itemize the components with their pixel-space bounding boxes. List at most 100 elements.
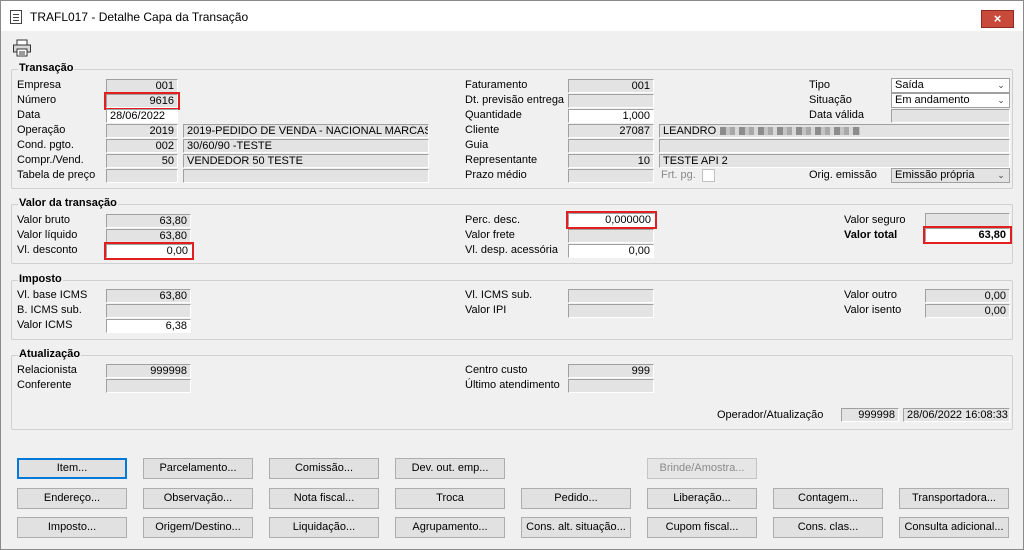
data-field[interactable]: 28/06/2022: [106, 109, 178, 123]
valor-frete-field[interactable]: [568, 229, 654, 243]
chevron-down-icon: ⌄: [997, 170, 1005, 180]
tabela-preco-desc-field[interactable]: [183, 169, 429, 183]
relacionista-label: Relacionista: [17, 364, 77, 376]
cond-pgto-code-field[interactable]: 002: [106, 139, 178, 153]
operacao-desc-field[interactable]: 2019-PEDIDO DE VENDA - NACIONAL MARCAS: [183, 124, 429, 138]
printer-icon[interactable]: [12, 39, 32, 57]
orig-emissao-value: Emissão própria: [895, 169, 975, 181]
cons-clas-button[interactable]: Cons. clas...: [773, 517, 883, 538]
valor-icms-field[interactable]: 6,38: [106, 319, 191, 333]
valor-liquido-field[interactable]: 63,80: [106, 229, 191, 243]
pedido-button[interactable]: Pedido...: [521, 488, 631, 509]
brinde-amostra-button[interactable]: Brinde/Amostra...: [647, 458, 757, 479]
conferente-field[interactable]: [106, 379, 191, 393]
liberacao-button[interactable]: Liberação...: [647, 488, 757, 509]
valor-total-field[interactable]: 63,80: [923, 226, 1012, 244]
representante-code-field[interactable]: 10: [568, 154, 654, 168]
ultimo-atendimento-field[interactable]: [568, 379, 654, 393]
parcelamento-button[interactable]: Parcelamento...: [143, 458, 253, 479]
orig-emissao-select[interactable]: Emissão própria ⌄: [891, 168, 1010, 183]
numero-field[interactable]: 9616: [104, 92, 180, 110]
perc-desc-label: Perc. desc.: [465, 214, 521, 226]
valor-ipi-label: Valor IPI: [465, 304, 507, 316]
tabela-preco-code-field[interactable]: [106, 169, 178, 183]
prazo-medio-field[interactable]: [568, 169, 654, 183]
valor-isento-field[interactable]: 0,00: [925, 304, 1010, 318]
faturamento-field[interactable]: 001: [568, 79, 654, 93]
quantidade-label: Quantidade: [465, 109, 522, 121]
transacao-title: Transação: [18, 62, 75, 74]
valor-seguro-field[interactable]: [925, 213, 1010, 227]
guia-desc-field[interactable]: [659, 139, 1010, 153]
representante-name-field[interactable]: TESTE API 2: [659, 154, 1010, 168]
vl-base-icms-label: Vl. base ICMS: [17, 289, 88, 301]
orig-emissao-label: Orig. emissão: [809, 169, 877, 181]
nota-fiscal-button[interactable]: Nota fiscal...: [269, 488, 379, 509]
compr-vend-code-field[interactable]: 50: [106, 154, 178, 168]
agrupamento-button[interactable]: Agrupamento...: [395, 517, 505, 538]
redacted-surname: [720, 127, 861, 136]
dt-previsao-field[interactable]: [568, 94, 654, 108]
prazo-medio-label: Prazo médio: [465, 169, 527, 181]
empresa-label: Empresa: [17, 79, 62, 91]
operador-field[interactable]: 999998: [841, 408, 899, 422]
imposto-button[interactable]: Imposto...: [17, 517, 127, 538]
representante-label: Representante: [465, 154, 538, 166]
frt-pg-label: Frt. pg.: [661, 169, 696, 181]
valor-bruto-field[interactable]: 63,80: [106, 214, 191, 228]
compr-vend-desc-field[interactable]: VENDEDOR 50 TESTE: [183, 154, 429, 168]
item-button[interactable]: Item...: [17, 458, 127, 479]
centro-custo-field[interactable]: 999: [568, 364, 654, 378]
valor-icms-label: Valor ICMS: [17, 319, 73, 331]
data-hora-field[interactable]: 28/06/2022 16:08:33: [903, 408, 1010, 422]
cupom-fiscal-button[interactable]: Cupom fiscal...: [647, 517, 757, 538]
observacao-button[interactable]: Observação...: [143, 488, 253, 509]
valor-frete-label: Valor frete: [465, 229, 515, 241]
cons-alt-situacao-button[interactable]: Cons. alt. situação...: [521, 517, 631, 538]
empresa-field[interactable]: 001: [106, 79, 178, 93]
tipo-select[interactable]: Saída ⌄: [891, 78, 1010, 93]
vl-base-icms-field[interactable]: 63,80: [106, 289, 191, 303]
valor-outro-field[interactable]: 0,00: [925, 289, 1010, 303]
valor-ipi-field[interactable]: [568, 304, 654, 318]
chevron-down-icon: ⌄: [997, 80, 1005, 90]
contagem-button[interactable]: Contagem...: [773, 488, 883, 509]
cliente-name-field[interactable]: LEANDRO: [659, 124, 1010, 138]
consulta-adicional-button[interactable]: Consulta adicional...: [899, 517, 1009, 538]
origem-destino-button[interactable]: Origem/Destino...: [143, 517, 253, 538]
b-icms-sub-label: B. ICMS sub.: [17, 304, 82, 316]
relacionista-field[interactable]: 999998: [106, 364, 191, 378]
dt-previsao-label: Dt. previsão entrega: [465, 94, 565, 106]
title-bar: TRAFL017 - Detalhe Capa da Transação ×: [1, 1, 1023, 31]
cliente-name-text: LEANDRO: [663, 125, 717, 137]
close-button[interactable]: ×: [981, 10, 1014, 28]
vl-icms-sub-field[interactable]: [568, 289, 654, 303]
operacao-code-field[interactable]: 2019: [106, 124, 178, 138]
atualizacao-title: Atualização: [18, 348, 82, 360]
b-icms-sub-field[interactable]: [106, 304, 191, 318]
endereco-button[interactable]: Endereço...: [17, 488, 127, 509]
data-valida-field[interactable]: [891, 109, 1010, 123]
comissao-button[interactable]: Comissão...: [269, 458, 379, 479]
operador-atualizacao-label: Operador/Atualização: [717, 409, 824, 421]
cliente-code-field[interactable]: 27087: [568, 124, 654, 138]
transportadora-button[interactable]: Transportadora...: [899, 488, 1009, 509]
guia-code-field[interactable]: [568, 139, 654, 153]
tipo-label: Tipo: [809, 79, 830, 91]
valor-transacao-title: Valor da transação: [18, 197, 118, 209]
troca-button[interactable]: Troca: [395, 488, 505, 509]
perc-desc-field[interactable]: 0,000000: [566, 211, 657, 229]
vl-desconto-field[interactable]: 0,00: [104, 242, 194, 260]
liquidacao-button[interactable]: Liquidação...: [269, 517, 379, 538]
data-label: Data: [17, 109, 41, 121]
data-valida-label: Data válida: [809, 109, 865, 121]
vl-desp-acessoria-field[interactable]: 0,00: [568, 244, 654, 258]
numero-label: Número: [17, 94, 57, 106]
situacao-select[interactable]: Em andamento ⌄: [891, 93, 1010, 108]
frt-pg-checkbox[interactable]: [702, 169, 715, 182]
dev-out-emp-button[interactable]: Dev. out. emp...: [395, 458, 505, 479]
vl-icms-sub-label: Vl. ICMS sub.: [465, 289, 533, 301]
cond-pgto-desc-field[interactable]: 30/60/90 -TESTE: [183, 139, 429, 153]
quantidade-field[interactable]: 1,000: [568, 109, 654, 123]
valor-seguro-label: Valor seguro: [844, 214, 906, 226]
